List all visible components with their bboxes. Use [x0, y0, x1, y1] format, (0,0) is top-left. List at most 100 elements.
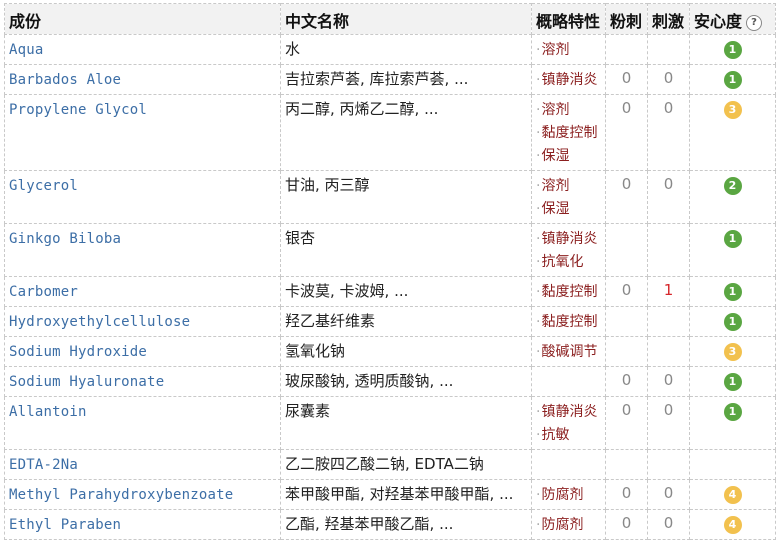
ingredient-link[interactable]: Glycerol [9, 178, 78, 194]
feature-tag[interactable]: 保湿 [536, 145, 601, 168]
feature-tag[interactable]: 溶剂 [536, 99, 601, 122]
irritation-score [647, 449, 690, 480]
acne-score: 0 [605, 94, 648, 171]
ingredient-link[interactable]: Sodium Hyaluronate [9, 374, 164, 390]
table-body: Aqua水溶剂1Barbados Aloe吉拉索芦荟, 库拉索芦荟, ...镇静… [4, 34, 776, 540]
ingredient-link[interactable]: Barbados Aloe [9, 72, 121, 88]
chinese-name-cell: 卡波莫, 卡波姆, ... [280, 276, 532, 307]
ingredient-cell: Ginkgo Biloba [4, 223, 281, 277]
feature-tag[interactable]: 抗氧化 [536, 251, 601, 274]
acne-score [605, 306, 648, 337]
help-icon[interactable]: ? [746, 14, 763, 31]
safety-badge: 1 [723, 403, 742, 421]
table-header-row: 成份 中文名称 概略特性 粉刺 刺激 安心度? [4, 3, 776, 35]
ingredient-link[interactable]: Ginkgo Biloba [9, 231, 121, 247]
feature-tag[interactable]: 镇静消炎 [536, 69, 601, 92]
ingredient-link[interactable]: Ethyl Paraben [9, 517, 121, 533]
chinese-name-cell: 丙二醇, 丙烯乙二醇, ... [280, 94, 532, 171]
feature-tag[interactable]: 镇静消炎 [536, 401, 601, 424]
feature-tag[interactable]: 防腐剂 [536, 484, 601, 507]
ingredient-cell: Sodium Hydroxide [4, 336, 281, 367]
chinese-name: 羟乙基纤维素 [285, 312, 376, 330]
header-chinese-name: 中文名称 [280, 3, 532, 35]
features-cell: 溶剂黏度控制保湿 [531, 94, 606, 171]
ingredient-cell: Propylene Glycol [4, 94, 281, 171]
features-cell: 防腐剂 [531, 509, 606, 540]
features-cell: 镇静消炎抗敏 [531, 396, 606, 450]
safety-cell: 2 [689, 170, 776, 224]
feature-tag[interactable]: 酸碱调节 [536, 341, 601, 364]
safety-cell: 1 [689, 396, 776, 450]
ingredient-cell: Barbados Aloe [4, 64, 281, 95]
irritation-score: 0 [647, 366, 690, 397]
safety-badge: 4 [723, 516, 742, 534]
safety-badge: 4 [723, 486, 742, 504]
features-cell: 黏度控制 [531, 306, 606, 337]
feature-tag[interactable]: 镇静消炎 [536, 228, 601, 251]
ingredient-cell: Allantoin [4, 396, 281, 450]
table-row: Barbados Aloe吉拉索芦荟, 库拉索芦荟, ...镇静消炎001 [4, 64, 776, 95]
feature-tag[interactable]: 防腐剂 [536, 514, 601, 537]
irritation-score [647, 306, 690, 337]
irritation-score: 0 [647, 94, 690, 171]
feature-tag[interactable]: 抗敏 [536, 424, 601, 447]
features-cell: 镇静消炎抗氧化 [531, 223, 606, 277]
ingredient-link[interactable]: Hydroxyethylcellulose [9, 314, 190, 330]
acne-score [605, 34, 648, 65]
header-irritation: 刺激 [647, 3, 690, 35]
ingredient-cell: Hydroxyethylcellulose [4, 306, 281, 337]
ingredient-link[interactable]: Carbomer [9, 284, 78, 300]
ingredient-cell: Ethyl Paraben [4, 509, 281, 540]
feature-tag[interactable]: 黏度控制 [536, 122, 601, 145]
ingredient-cell: Methyl Parahydroxybenzoate [4, 479, 281, 510]
chinese-name: 玻尿酸钠, 透明质酸钠, ... [285, 372, 454, 390]
features-cell [531, 449, 606, 480]
features-cell: 酸碱调节 [531, 336, 606, 367]
safety-badge: 1 [723, 283, 742, 301]
chinese-name: 乙酯, 羟基苯甲酸乙酯, ... [285, 515, 454, 533]
ingredient-link[interactable]: Aqua [9, 42, 44, 58]
irritation-score [647, 34, 690, 65]
feature-tag[interactable]: 保湿 [536, 198, 601, 221]
safety-badge: 1 [723, 230, 742, 248]
irritation-score [647, 336, 690, 367]
table-row: Carbomer卡波莫, 卡波姆, ...黏度控制011 [4, 276, 776, 307]
feature-tag[interactable]: 溶剂 [536, 175, 601, 198]
irritation-score: 0 [647, 64, 690, 95]
ingredient-cell: Carbomer [4, 276, 281, 307]
header-safety-label: 安心度 [694, 12, 743, 31]
ingredient-cell: Aqua [4, 34, 281, 65]
ingredient-link[interactable]: Propylene Glycol [9, 102, 147, 118]
table-row: Propylene Glycol丙二醇, 丙烯乙二醇, ...溶剂黏度控制保湿0… [4, 94, 776, 171]
feature-tag[interactable]: 黏度控制 [536, 281, 601, 304]
ingredient-link[interactable]: Sodium Hydroxide [9, 344, 147, 360]
safety-cell: 3 [689, 94, 776, 171]
safety-cell: 1 [689, 223, 776, 277]
acne-score [605, 449, 648, 480]
header-safety: 安心度? [689, 3, 776, 35]
irritation-score: 0 [647, 509, 690, 540]
table-row: Allantoin尿囊素镇静消炎抗敏001 [4, 396, 776, 450]
ingredient-link[interactable]: EDTA-2Na [9, 457, 78, 473]
acne-score: 0 [605, 276, 648, 307]
chinese-name: 卡波莫, 卡波姆, ... [285, 282, 409, 300]
header-ingredient: 成份 [4, 3, 281, 35]
table-row: Ethyl Paraben乙酯, 羟基苯甲酸乙酯, ...防腐剂004 [4, 509, 776, 540]
safety-badge: 3 [723, 101, 742, 119]
ingredient-link[interactable]: Methyl Parahydroxybenzoate [9, 487, 233, 503]
irritation-score: 0 [647, 479, 690, 510]
ingredient-link[interactable]: Allantoin [9, 404, 87, 420]
chinese-name-cell: 尿囊素 [280, 396, 532, 450]
ingredient-table: 成份 中文名称 概略特性 粉刺 刺激 安心度? Aqua水溶剂1 Barbados… [4, 3, 776, 540]
safety-badge: 1 [723, 373, 742, 391]
ingredient-cell: EDTA-2Na [4, 449, 281, 480]
ingredient-cell: Sodium Hyaluronate [4, 366, 281, 397]
feature-tag[interactable]: 黏度控制 [536, 311, 601, 334]
safety-cell: 1 [689, 64, 776, 95]
table-row: Methyl Parahydroxybenzoate 苯甲酸甲酯, 对羟基苯甲酸甲… [4, 479, 776, 510]
safety-badge: 1 [723, 71, 742, 89]
feature-tag[interactable]: 溶剂 [536, 39, 601, 62]
ingredient-cell: Glycerol [4, 170, 281, 224]
table-row: Aqua 水 溶剂 1 [4, 34, 776, 65]
acne-score: 0 [605, 479, 648, 510]
